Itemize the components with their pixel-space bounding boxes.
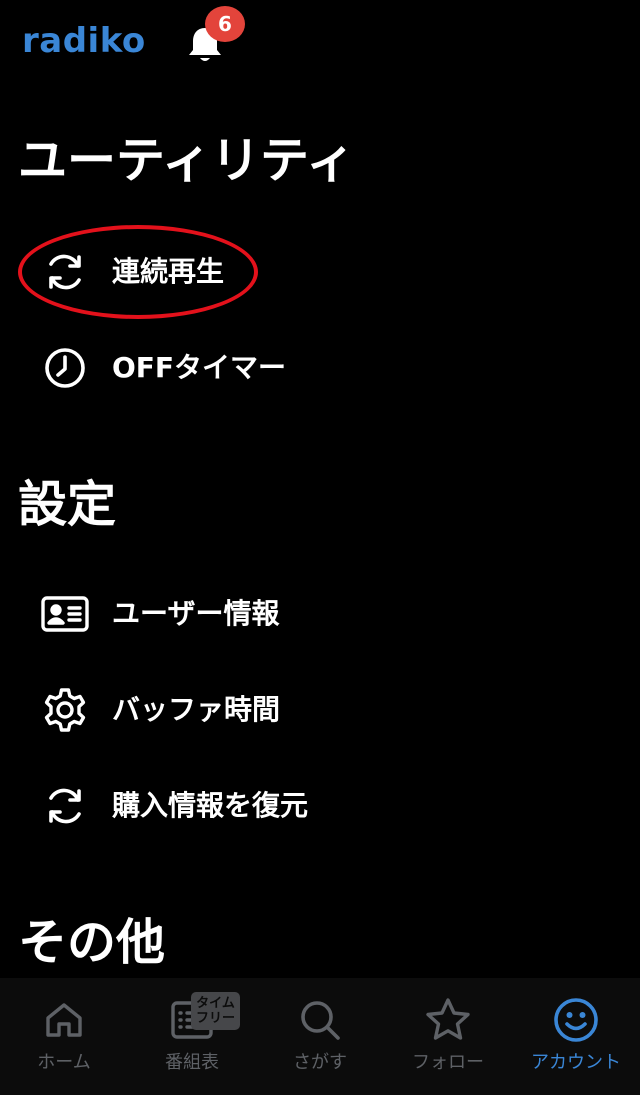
menu-item-label: OFFタイマー: [112, 351, 287, 384]
app-header: radiko 6: [0, 0, 640, 95]
search-icon: [295, 996, 345, 1044]
refresh-icon: [20, 771, 110, 841]
tab-label: さがす: [293, 1052, 347, 1073]
timefree-badge-line-2: フリー: [195, 1011, 235, 1026]
menu-item-continuous-play[interactable]: 連続再生: [20, 237, 620, 307]
menu-item-restore-purchases[interactable]: 購入情報を復元: [20, 771, 620, 841]
menu-item-buffer-time[interactable]: バッファ時間: [20, 675, 620, 745]
notification-count-badge: 6: [205, 6, 245, 42]
bottom-tab-bar: ホーム 番組表 さがす フォロー アカウント: [0, 978, 640, 1095]
tab-search[interactable]: さがす: [256, 978, 384, 1095]
gear-icon: [20, 675, 110, 745]
repeat-icon: [20, 237, 110, 307]
smiley-icon: [551, 996, 601, 1044]
timer-icon: [20, 333, 110, 403]
timefree-badge: タイム フリー: [191, 992, 240, 1030]
tab-follow[interactable]: フォロー: [384, 978, 512, 1095]
menu-item-user-info[interactable]: ユーザー情報: [20, 579, 620, 649]
section-title-other: その他: [18, 914, 166, 971]
tab-home[interactable]: ホーム: [0, 978, 128, 1095]
tab-label: ホーム: [37, 1052, 91, 1073]
section-title-utility: ユーティリティ: [18, 132, 356, 189]
radiko-logo[interactable]: radiko: [22, 24, 146, 58]
menu-item-label: ユーザー情報: [112, 597, 280, 630]
tab-account[interactable]: アカウント: [512, 978, 640, 1095]
menu-item-label: 連続再生: [112, 255, 225, 288]
section-title-settings: 設定: [18, 476, 117, 533]
tab-label: 番組表: [165, 1052, 219, 1073]
tab-label: アカウント: [531, 1052, 621, 1073]
home-icon: [39, 996, 89, 1044]
id-card-icon: [20, 579, 110, 649]
timefree-badge-line-1: タイム: [196, 996, 235, 1011]
menu-item-label: バッファ時間: [112, 693, 281, 726]
tab-label: フォロー: [412, 1052, 484, 1073]
menu-item-label: 購入情報を復元: [112, 789, 309, 822]
menu-item-off-timer[interactable]: OFFタイマー: [20, 333, 620, 403]
star-icon: [423, 996, 473, 1044]
